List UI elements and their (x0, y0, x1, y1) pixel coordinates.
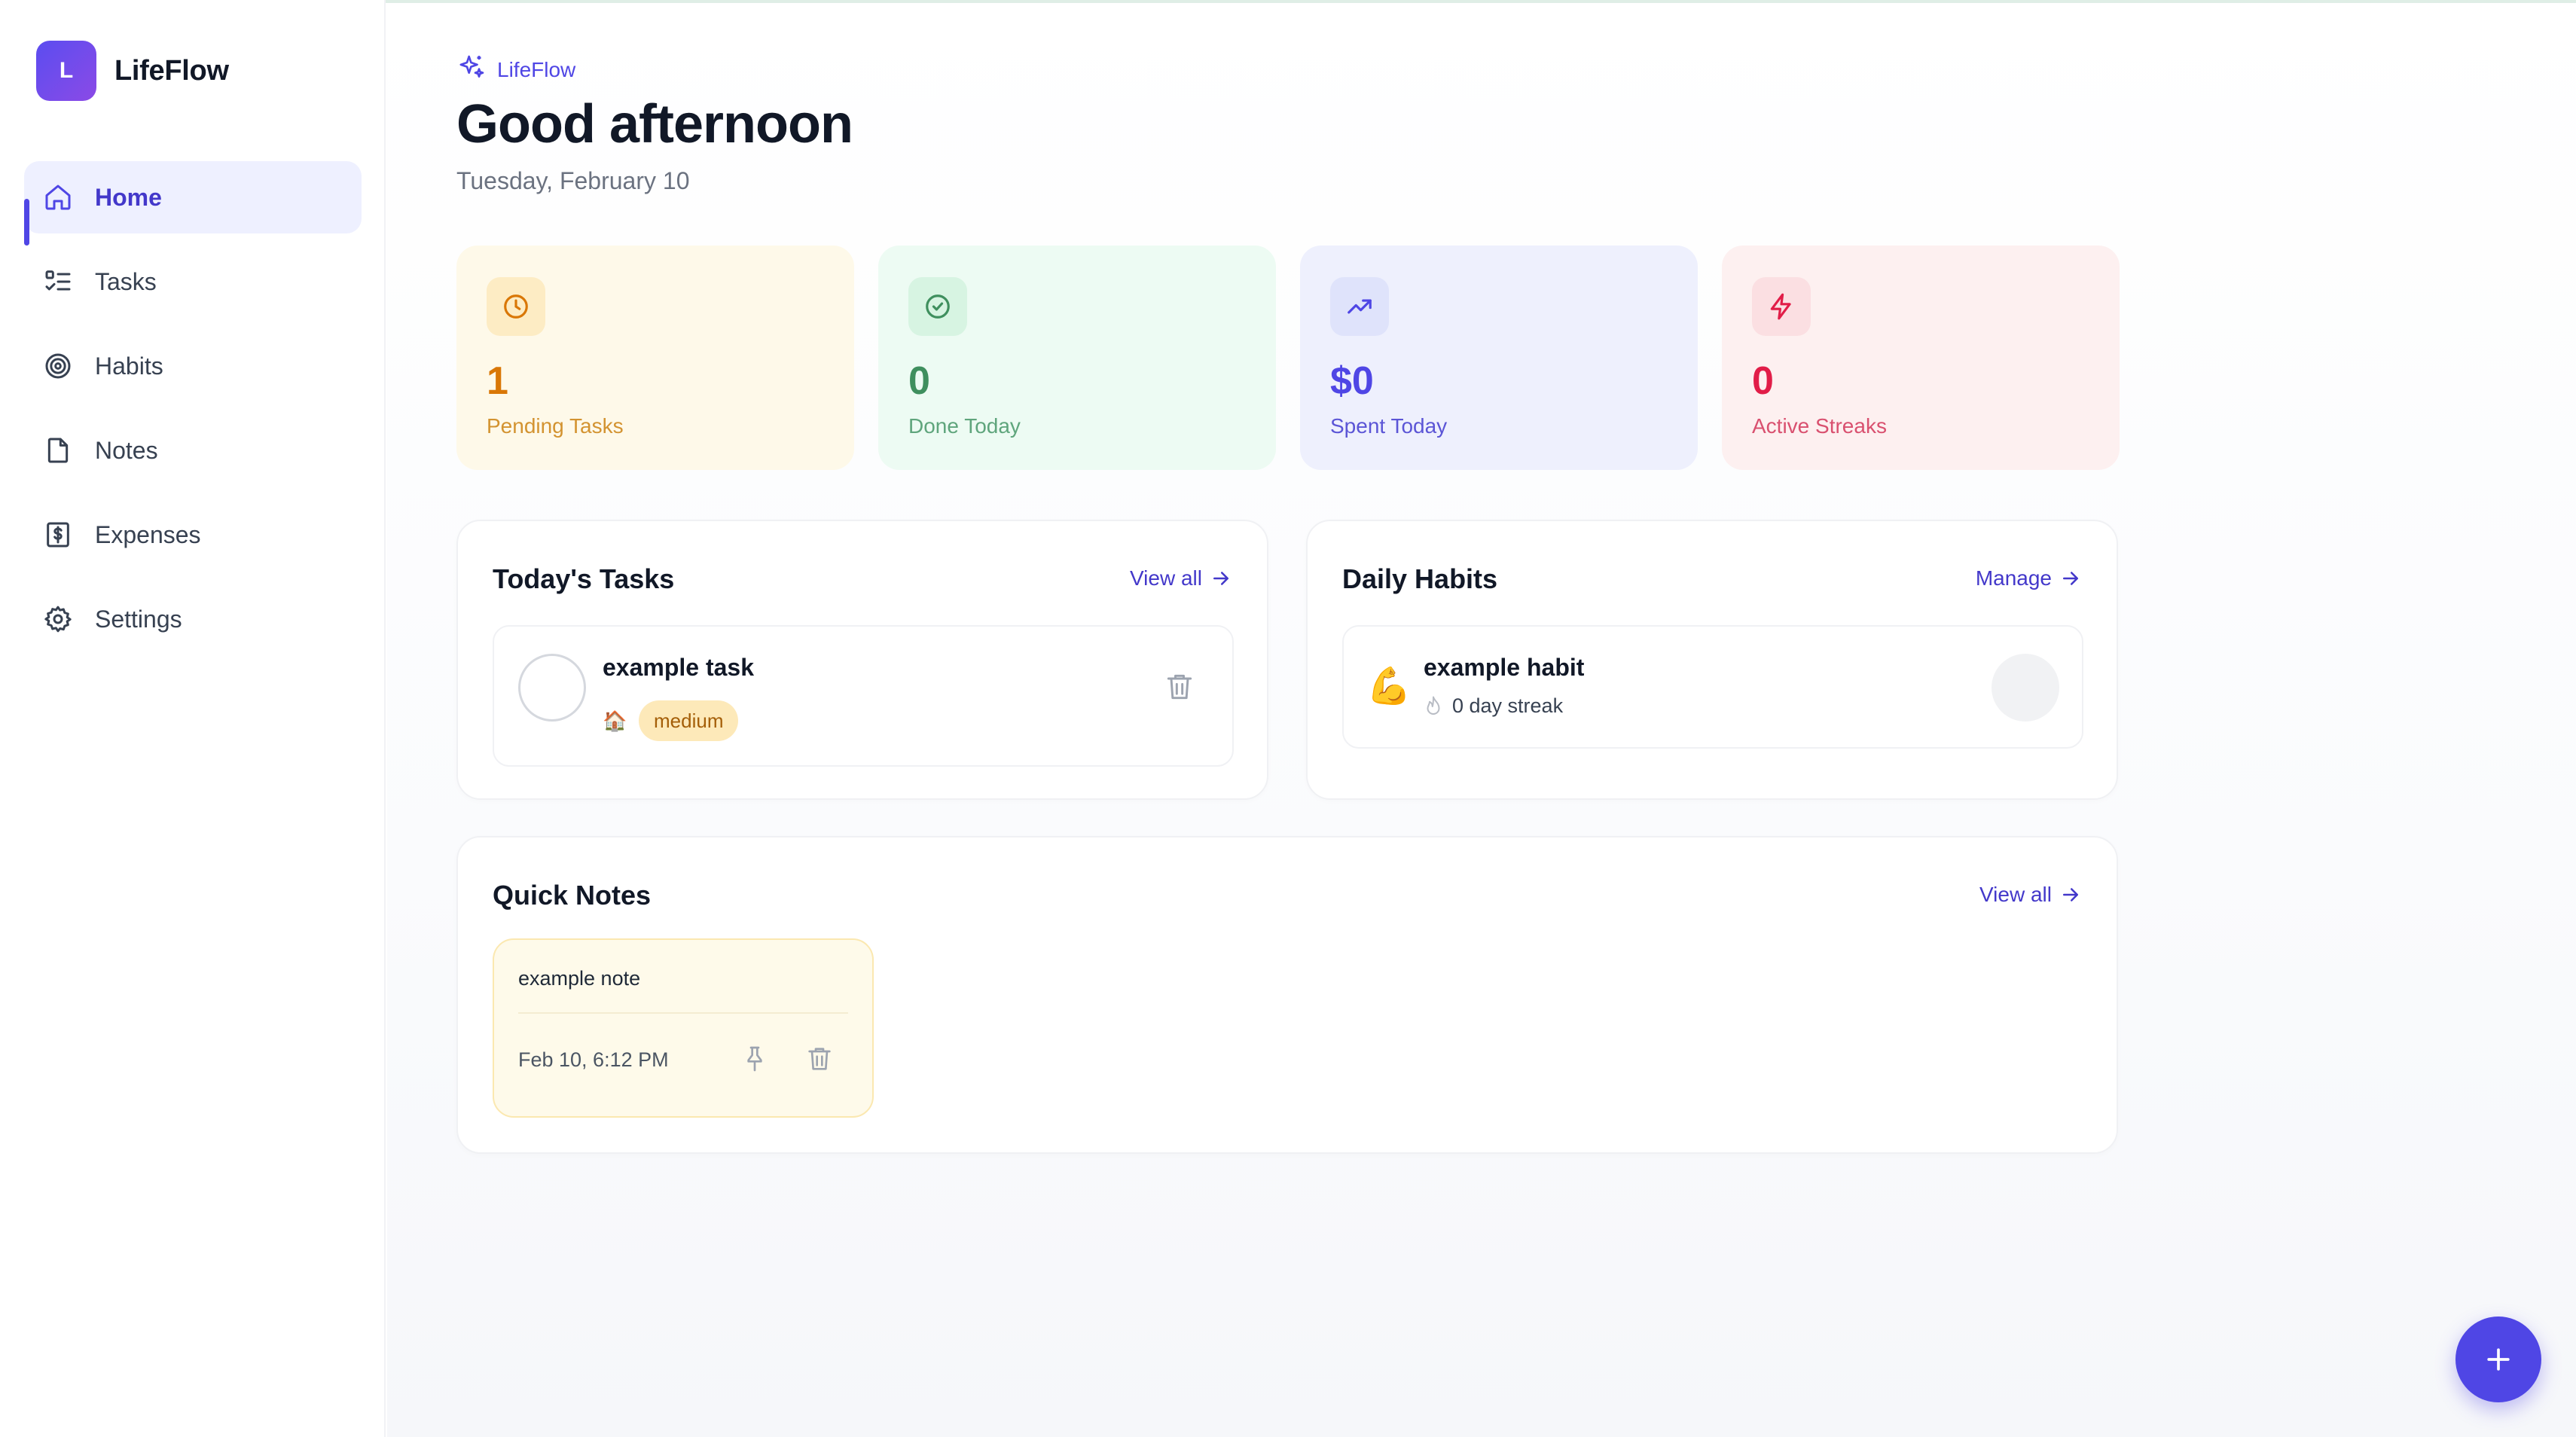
stat-card-pending-tasks[interactable]: 1 Pending Tasks (456, 246, 854, 470)
link-label: View all (1979, 883, 2052, 906)
link-label: View all (1130, 566, 1202, 590)
task-meta: 🏠 medium (603, 700, 739, 741)
flexed-bicep-emoji-icon: 💪 (1366, 667, 1412, 706)
stat-label: Active Streaks (1752, 414, 1887, 438)
stat-label: Pending Tasks (487, 414, 624, 438)
stat-value: 0 (1752, 359, 1774, 403)
sidebar-item-habits[interactable]: Habits (24, 330, 362, 402)
tasks-panel-title: Today's Tasks (493, 563, 675, 594)
habits-panel-title: Daily Habits (1342, 563, 1498, 594)
tasks-view-all-link[interactable]: View all (1130, 566, 1232, 590)
habits-manage-link[interactable]: Manage (1976, 566, 2082, 590)
app-root: L LifeFlow Home Tasks Habits Notes Expen… (0, 0, 2576, 1437)
plus-icon (2487, 1348, 2510, 1371)
task-item[interactable]: example task 🏠 medium (493, 625, 1234, 767)
main-content: LifeFlow Good afternoon Tuesday, Februar… (387, 3, 2576, 1437)
stat-value: 1 (487, 359, 508, 403)
breadcrumb: LifeFlow (456, 53, 575, 87)
note-text: example note (518, 967, 641, 990)
sparkles-icon (456, 53, 487, 87)
stat-label: Spent Today (1330, 414, 1448, 438)
house-emoji-icon: 🏠 (603, 709, 627, 732)
flame-icon (1427, 696, 1440, 715)
trending-up-icon (1330, 277, 1389, 336)
sidebar-item-tasks[interactable]: Tasks (24, 246, 362, 318)
stat-card-spent-today[interactable]: $0 Spent Today (1300, 246, 1698, 470)
pin-icon (747, 1046, 762, 1072)
habit-item[interactable]: 💪 example habit 0 day streak (1342, 625, 2083, 749)
stat-card-active-streaks[interactable]: 0 Active Streaks (1722, 246, 2120, 470)
clock-icon (487, 277, 545, 336)
gear-icon (42, 603, 74, 635)
sidebar-item-home[interactable]: Home (24, 161, 362, 246)
add-fab-button[interactable] (2455, 1316, 2541, 1402)
sidebar-item-label: Habits (95, 352, 163, 380)
arrow-right-icon (2063, 572, 2078, 585)
habit-streak-label: 0 day streak (1452, 694, 1564, 717)
habit-name: example habit (1424, 654, 1585, 681)
task-name: example task (603, 654, 755, 681)
brand-logo: L (36, 41, 96, 101)
home-icon (42, 182, 74, 213)
priority-badge: medium (639, 700, 739, 741)
note-card[interactable]: example note Feb 10, 6:12 PM (493, 938, 874, 1118)
sidebar-item-expenses[interactable]: Expenses (24, 499, 362, 571)
stat-card-done-today[interactable]: 0 Done Today (878, 246, 1276, 470)
current-date: Tuesday, February 10 (456, 167, 690, 194)
brand[interactable]: L LifeFlow (36, 41, 229, 101)
arrow-right-icon (2063, 888, 2078, 902)
sidebar-item-label: Expenses (95, 520, 201, 548)
notes-view-all-link[interactable]: View all (1979, 883, 2082, 907)
delete-task-button[interactable] (1163, 669, 1196, 705)
sidebar-item-settings[interactable]: Settings (24, 583, 362, 655)
target-icon (42, 350, 74, 382)
stat-value: 0 (908, 359, 930, 403)
sidebar-item-label: Home (95, 183, 162, 211)
breadcrumb-label: LifeFlow (497, 57, 576, 81)
zap-icon (1752, 277, 1811, 336)
tasks-panel: Today's Tasks View all example task 🏠 me… (456, 520, 1268, 800)
stats-row: 1 Pending Tasks 0 Done Today $0 Spent To… (456, 246, 2120, 470)
check-circle-icon (908, 277, 967, 336)
trash-icon (808, 1048, 831, 1070)
arrow-right-icon (1213, 572, 1228, 585)
sidebar-nav: Home Tasks Habits Notes Expenses Setting… (24, 161, 362, 667)
sidebar-item-label: Notes (95, 436, 158, 464)
notes-panel: Quick Notes View all example note Feb 10… (456, 836, 2118, 1154)
notes-panel-title: Quick Notes (493, 880, 652, 911)
receipt-dollar-icon (42, 519, 74, 551)
stat-value: $0 (1330, 359, 1374, 403)
file-icon (42, 435, 74, 466)
delete-note-button[interactable] (804, 1042, 835, 1075)
sidebar-item-notes[interactable]: Notes (24, 414, 362, 487)
brand-name: LifeFlow (114, 54, 229, 87)
trash-icon (1167, 674, 1192, 700)
habit-complete-toggle[interactable] (1992, 654, 2059, 722)
sidebar-item-label: Settings (95, 605, 182, 633)
page-title: Good afternoon (456, 94, 853, 154)
note-timestamp: Feb 10, 6:12 PM (518, 1048, 669, 1071)
sidebar: L LifeFlow Home Tasks Habits Notes Expen… (0, 0, 386, 1437)
pin-note-button[interactable] (740, 1042, 770, 1075)
stat-label: Done Today (908, 414, 1021, 438)
habit-streak: 0 day streak (1424, 694, 1563, 718)
list-checks-icon (42, 266, 74, 297)
task-complete-checkbox[interactable] (518, 654, 586, 722)
note-divider (518, 1012, 848, 1014)
link-label: Manage (1975, 566, 2052, 590)
habits-panel: Daily Habits Manage 💪 example habit 0 da… (1306, 520, 2118, 800)
sidebar-item-label: Tasks (95, 267, 157, 295)
